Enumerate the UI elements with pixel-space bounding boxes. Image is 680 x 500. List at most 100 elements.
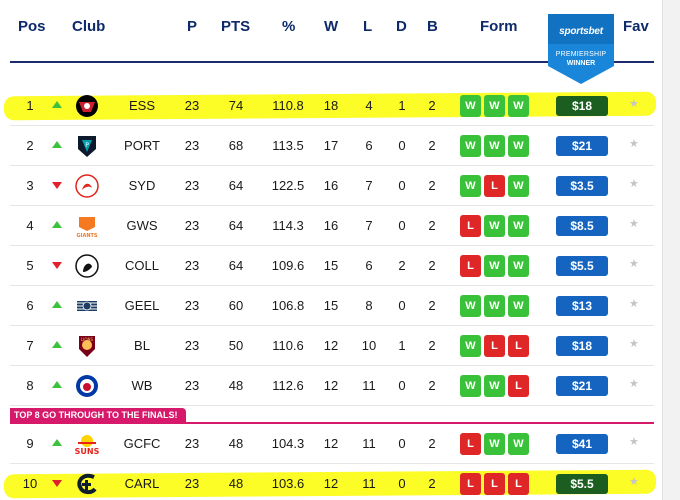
form-result: L — [484, 473, 505, 495]
table-row[interactable]: 3 SYD 23 64 122.5 16 7 0 2 W L W $3.5 ★ — [10, 166, 654, 206]
draws: 0 — [398, 378, 406, 393]
form-result: L — [508, 473, 529, 495]
odds-button[interactable]: $3.5 — [556, 176, 608, 196]
form-guide: LWW — [460, 433, 529, 455]
finals-banner-row: TOP 8 GO THROUGH TO THE FINALS! — [10, 406, 654, 424]
sponsor-badge[interactable]: sportsbet PREMIERSHIP WINNER — [548, 14, 614, 84]
arrow-down-icon — [52, 480, 62, 487]
draws: 0 — [398, 298, 406, 313]
wins: 17 — [323, 138, 339, 153]
table-row[interactable]: 7 LIONS BL 23 50 110.6 12 10 1 2 W L L $18 ★ — [10, 326, 654, 366]
losses: 7 — [365, 218, 373, 233]
star-icon[interactable]: ★ — [629, 377, 639, 390]
table-row[interactable]: 9 SUNS GCFC 23 48 104.3 12 11 0 2 L W W $41 ★ — [10, 424, 654, 464]
arrow-up-icon — [52, 439, 62, 446]
header-l[interactable]: L — [363, 18, 372, 35]
star-icon[interactable]: ★ — [629, 297, 639, 310]
odds-button[interactable]: $8.5 — [556, 216, 608, 236]
header-b[interactable]: B — [427, 18, 438, 35]
odds-button[interactable]: $5.5 — [556, 474, 608, 494]
star-icon[interactable]: ★ — [629, 137, 639, 150]
table-row[interactable]: 4 GIANTS GWS 23 64 114.3 16 7 0 2 L W W $8.5 ★ — [10, 206, 654, 246]
losses: 6 — [365, 258, 373, 273]
arrow-down-icon — [52, 262, 62, 269]
team-name[interactable]: GWS — [122, 218, 162, 233]
star-icon[interactable]: ★ — [629, 257, 639, 270]
wins: 12 — [323, 476, 339, 491]
table-row[interactable]: 1 ESS 23 74 110.8 18 4 1 2 W W W $18 ★ — [10, 86, 654, 126]
ladder-position: 2 — [26, 138, 34, 153]
played: 23 — [184, 138, 200, 153]
wins: 12 — [323, 436, 339, 451]
odds-button[interactable]: $21 — [556, 136, 608, 156]
team-name[interactable]: ESS — [122, 98, 162, 113]
table-row[interactable]: 8 WB 23 48 112.6 12 11 0 2 W W L $21 ★ — [10, 366, 654, 406]
header-pts[interactable]: PTS — [221, 18, 250, 35]
table-row[interactable]: 6 GEEL 23 60 106.8 15 8 0 2 W W W $13 ★ — [10, 286, 654, 326]
arrow-down-icon — [52, 182, 62, 189]
odds-button[interactable]: $41 — [556, 434, 608, 454]
table-row[interactable]: 10 CARL 23 48 103.6 12 11 0 2 L L L $5.5 ★ — [10, 464, 654, 500]
odds-button[interactable]: $13 — [556, 296, 608, 316]
scrollbar-track[interactable] — [662, 0, 680, 500]
star-icon[interactable]: ★ — [629, 177, 639, 190]
ladder-rows: 1 ESS 23 74 110.8 18 4 1 2 W W W $18 ★ 2 P PORT 23 68 113.5… — [10, 86, 654, 500]
losses: 8 — [365, 298, 373, 313]
star-icon[interactable]: ★ — [629, 435, 639, 448]
played: 23 — [184, 218, 200, 233]
team-name[interactable]: SYD — [122, 178, 162, 193]
percentage: 122.5 — [271, 178, 305, 193]
odds-button[interactable]: $21 — [556, 376, 608, 396]
byes: 2 — [428, 178, 436, 193]
table-row[interactable]: 2 P PORT 23 68 113.5 17 6 0 2 W W W $21 ★ — [10, 126, 654, 166]
table-row[interactable]: 5 COLL 23 64 109.6 15 6 2 2 L W W $5.5 ★ — [10, 246, 654, 286]
team-name[interactable]: GCFC — [122, 436, 162, 451]
points: 48 — [228, 436, 244, 451]
byes: 2 — [428, 436, 436, 451]
draws: 0 — [398, 436, 406, 451]
star-icon[interactable]: ★ — [629, 97, 639, 110]
form-result: L — [484, 335, 505, 357]
form-result: W — [484, 375, 505, 397]
header-p[interactable]: P — [187, 18, 197, 35]
percentage: 112.6 — [272, 378, 304, 393]
header-form: Form — [480, 18, 518, 35]
ladder-position: 9 — [26, 436, 34, 451]
star-icon[interactable]: ★ — [629, 475, 639, 488]
swan-icon — [74, 173, 100, 199]
points: 64 — [228, 178, 244, 193]
form-result: W — [508, 255, 529, 277]
form-result: W — [460, 95, 481, 117]
star-icon[interactable]: ★ — [629, 337, 639, 350]
points: 64 — [228, 218, 244, 233]
odds-button[interactable]: $5.5 — [556, 256, 608, 276]
header-pos[interactable]: Pos — [18, 18, 46, 35]
team-name[interactable]: COLL — [122, 258, 162, 273]
points: 64 — [228, 258, 244, 273]
team-name[interactable]: PORT — [122, 138, 162, 153]
form-guide: WWW — [460, 95, 529, 117]
header-club[interactable]: Club — [72, 18, 105, 35]
losses: 11 — [362, 378, 376, 393]
header-pct[interactable]: % — [282, 18, 295, 35]
form-guide: LWW — [460, 215, 529, 237]
form-guide: WLL — [460, 335, 529, 357]
finals-banner: TOP 8 GO THROUGH TO THE FINALS! — [10, 408, 186, 423]
form-result: L — [508, 375, 529, 397]
team-name[interactable]: GEEL — [122, 298, 162, 313]
points: 50 — [228, 338, 244, 353]
odds-button[interactable]: $18 — [556, 336, 608, 356]
percentage: 114.3 — [272, 218, 304, 233]
sponsor-line1: PREMIERSHIP — [555, 51, 607, 58]
arrow-up-icon — [52, 341, 62, 348]
star-icon[interactable]: ★ — [629, 217, 639, 230]
form-result: W — [484, 215, 505, 237]
team-name[interactable]: BL — [122, 338, 162, 353]
played: 23 — [184, 338, 200, 353]
odds-button[interactable]: $18 — [556, 96, 608, 116]
header-d[interactable]: D — [396, 18, 407, 35]
form-result: W — [460, 135, 481, 157]
team-name[interactable]: WB — [122, 378, 162, 393]
team-name[interactable]: CARL — [122, 476, 162, 491]
header-w[interactable]: W — [324, 18, 338, 35]
